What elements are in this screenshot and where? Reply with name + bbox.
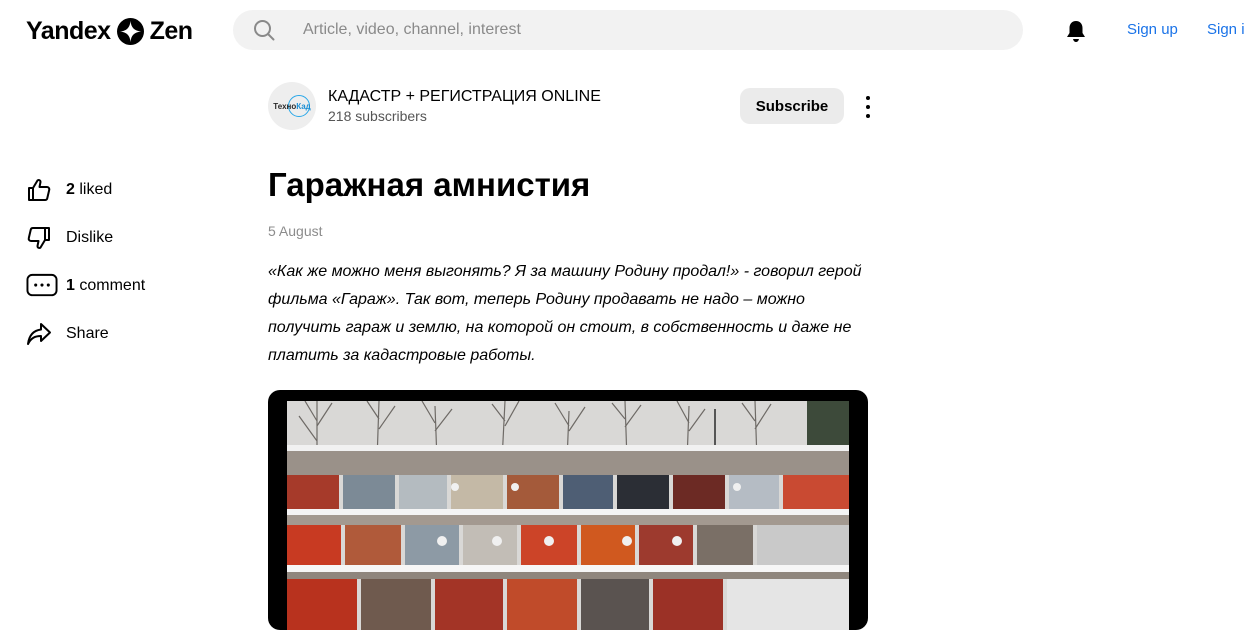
article-image[interactable]	[268, 390, 868, 630]
header: Yandex Zen Sign up Sign in	[0, 0, 1245, 62]
comment-icon	[26, 273, 58, 297]
sign-up-link[interactable]: Sign up	[1127, 21, 1178, 38]
sign-in-link[interactable]: Sign in	[1207, 21, 1245, 38]
avatar-logo-text: ТехноКад	[273, 101, 311, 111]
yandex-zen-logo[interactable]: Yandex Zen	[26, 15, 193, 47]
more-vertical-icon[interactable]	[862, 96, 874, 118]
thumbs-up-icon	[28, 179, 51, 201]
search-input[interactable]	[301, 20, 901, 40]
thumbs-down-icon	[27, 227, 50, 249]
like-button[interactable]: 2 liked	[26, 173, 186, 207]
channel-avatar[interactable]: ТехноКад	[268, 82, 316, 130]
article-title: Гаражная амнистия	[268, 166, 591, 203]
likes-label: liked	[79, 181, 113, 198]
likes-count: 2	[66, 181, 75, 198]
logo-text-left: Yandex	[26, 16, 111, 45]
share-icon	[27, 323, 51, 345]
article-date: 5 August	[268, 223, 323, 239]
search-icon	[254, 20, 275, 41]
comments-button[interactable]: 1 comment	[26, 269, 186, 303]
share-label: Share	[66, 325, 109, 342]
article-lead: «Как же можно меня выгонять? Я за машину…	[268, 263, 862, 364]
subscribe-button[interactable]: Subscribe	[740, 88, 844, 124]
bell-icon[interactable]	[1065, 19, 1087, 43]
share-button[interactable]: Share	[26, 317, 186, 351]
dislike-button[interactable]: Dislike	[26, 221, 186, 255]
dislike-label: Dislike	[66, 229, 114, 246]
zen-star-icon	[116, 17, 144, 45]
comments-label: comment	[79, 277, 146, 294]
logo-text-right: Zen	[149, 16, 193, 45]
channel-name[interactable]: КАДАСТР + РЕГИСТРАЦИЯ ONLINE	[328, 88, 601, 106]
garages-photo	[287, 401, 849, 630]
search-bar[interactable]	[233, 10, 1023, 50]
comments-count: 1	[66, 277, 75, 294]
channel-subscribers: 218 subscribers	[328, 108, 427, 124]
channel-header: ТехноКад КАДАСТР + РЕГИСТРАЦИЯ ONLINE 21…	[268, 82, 870, 130]
